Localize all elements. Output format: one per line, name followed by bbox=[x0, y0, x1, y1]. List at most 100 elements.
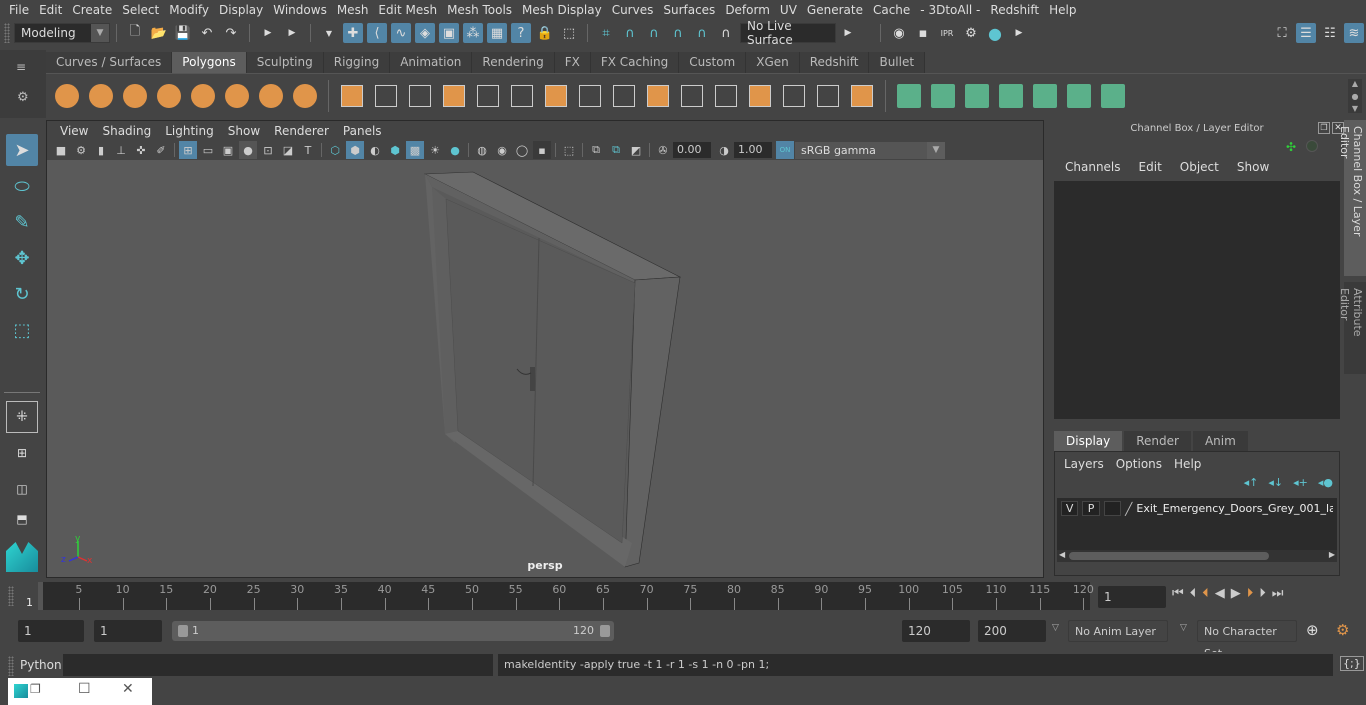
shelf-tab-custom[interactable]: Custom bbox=[679, 52, 747, 73]
grease-pencil-icon[interactable]: ✐ bbox=[152, 141, 170, 159]
new-scene-icon[interactable]: 🗋 bbox=[125, 23, 145, 43]
grid-icon[interactable]: ⊞ bbox=[179, 141, 197, 159]
play-forwards-icon[interactable]: ▶ bbox=[1231, 586, 1241, 601]
cylindrical-map-icon[interactable] bbox=[928, 81, 958, 111]
bevel-icon[interactable] bbox=[575, 81, 605, 111]
channel-menu-show[interactable]: Show bbox=[1237, 160, 1269, 180]
depth-of-field-icon[interactable]: ▪ bbox=[533, 141, 551, 159]
resolution-gate-icon[interactable]: ▣ bbox=[219, 141, 237, 159]
motion-blur-icon[interactable]: ◉ bbox=[493, 141, 511, 159]
layer-menu-help[interactable]: Help bbox=[1174, 457, 1201, 471]
lasso-tool-icon[interactable]: ⬭ bbox=[6, 170, 38, 202]
planar-map-icon[interactable] bbox=[894, 81, 924, 111]
select-curve-icon[interactable]: ⟨ bbox=[367, 23, 387, 43]
select-render-icon[interactable]: ▦ bbox=[487, 23, 507, 43]
shelf-tab-sculpting[interactable]: Sculpting bbox=[246, 52, 324, 73]
close-icon[interactable]: ✕ bbox=[122, 681, 134, 697]
channel-menu-channels[interactable]: Channels bbox=[1065, 160, 1121, 180]
paint-select-tool-icon[interactable]: ✎ bbox=[6, 206, 38, 238]
scene-canvas[interactable]: y x z bbox=[47, 161, 1043, 577]
snap-point-icon[interactable]: ∩ bbox=[644, 23, 664, 43]
grip-handle[interactable] bbox=[8, 586, 14, 606]
bridge-icon[interactable] bbox=[507, 81, 537, 111]
poly-cube-icon[interactable] bbox=[86, 81, 116, 111]
snap-live-icon[interactable]: ∩ bbox=[716, 23, 736, 43]
mirror-icon[interactable] bbox=[405, 81, 435, 111]
character-set-dropdown[interactable]: No Character Set bbox=[1197, 620, 1297, 660]
auto-key-icon[interactable]: ⊕ bbox=[1306, 621, 1319, 639]
float-panel-icon[interactable]: ❐ bbox=[1318, 122, 1330, 134]
animation-start-field[interactable]: 1 bbox=[18, 620, 84, 642]
shelf-tab-fx-caching[interactable]: FX Caching bbox=[590, 52, 680, 73]
layer-menu-layers[interactable]: Layers bbox=[1064, 457, 1104, 471]
spherical-map-icon[interactable] bbox=[962, 81, 992, 111]
use-all-lights-icon[interactable]: ☀ bbox=[426, 141, 444, 159]
viewport-menu-show[interactable]: Show bbox=[221, 124, 267, 138]
xray-active-components-icon[interactable]: ⧉ bbox=[607, 141, 625, 159]
move-layer-down-icon[interactable]: ◂↓ bbox=[1268, 476, 1283, 489]
save-scene-icon[interactable]: 💾 bbox=[173, 23, 193, 43]
side-tab-channel-box[interactable]: Channel Box / Layer Editor bbox=[1338, 120, 1366, 276]
xray-icon[interactable]: ⧉ bbox=[587, 141, 605, 159]
collapse-icon[interactable]: ▶ bbox=[838, 23, 858, 43]
append-icon[interactable] bbox=[609, 81, 639, 111]
menu-create[interactable]: Create bbox=[67, 3, 117, 17]
color-space-dropdown[interactable]: sRGB gamma ▼ bbox=[795, 141, 945, 159]
layer-row[interactable]: V P ╱ Exit_Emergency_Doors_Grey_001_laye… bbox=[1057, 498, 1337, 519]
bookmark-icon[interactable]: ▮ bbox=[92, 141, 110, 159]
layer-color-icon[interactable]: ╱ bbox=[1125, 502, 1132, 516]
layer-tab-display[interactable]: Display bbox=[1054, 431, 1123, 451]
menu-uv[interactable]: UV bbox=[775, 3, 802, 17]
2d-pan-zoom-icon[interactable]: ✜ bbox=[132, 141, 150, 159]
image-plane-icon[interactable]: ⊥ bbox=[112, 141, 130, 159]
poly-sphere-icon[interactable] bbox=[52, 81, 82, 111]
offset-edge-loop-icon[interactable] bbox=[745, 81, 775, 111]
animation-end-field[interactable]: 200 bbox=[978, 620, 1046, 642]
poly-cone-icon[interactable] bbox=[154, 81, 184, 111]
layer-tab-render[interactable]: Render bbox=[1124, 431, 1191, 451]
snap-surface-icon[interactable]: ∩ bbox=[692, 23, 712, 43]
speed-icon[interactable] bbox=[1306, 140, 1318, 152]
go-to-start-icon[interactable]: ⏮ bbox=[1172, 586, 1184, 601]
exposure-icon[interactable]: ✇ bbox=[654, 141, 672, 159]
extrude-icon[interactable] bbox=[473, 81, 503, 111]
layer-display-type-toggle[interactable] bbox=[1103, 501, 1122, 516]
channel-menu-edit[interactable]: Edit bbox=[1139, 160, 1162, 180]
play-backwards-icon[interactable]: ◀ bbox=[1215, 586, 1225, 601]
maximize-icon[interactable]: ☐ bbox=[78, 681, 91, 697]
move-layer-up-icon[interactable]: ◂↑ bbox=[1244, 476, 1259, 489]
range-end-handle[interactable] bbox=[600, 625, 610, 637]
shelf-tab-curves-surfaces[interactable]: Curves / Surfaces bbox=[46, 52, 173, 73]
quad-draw-icon[interactable] bbox=[847, 81, 877, 111]
menu-deform[interactable]: Deform bbox=[720, 3, 775, 17]
camera-select-icon[interactable]: ■ bbox=[52, 141, 70, 159]
select-tool-icon[interactable]: ➤ bbox=[6, 134, 38, 166]
menu-edit[interactable]: Edit bbox=[34, 3, 67, 17]
layer-visibility-toggle[interactable]: V bbox=[1061, 501, 1079, 516]
outliner-persp-layout-icon[interactable]: ◫ bbox=[6, 473, 38, 505]
select-joint-icon[interactable]: ▣ bbox=[439, 23, 459, 43]
snap-curve-icon[interactable]: ∩ bbox=[620, 23, 640, 43]
safe-action-icon[interactable]: ◪ bbox=[279, 141, 297, 159]
smooth-icon[interactable] bbox=[439, 81, 469, 111]
fill-hole-icon[interactable] bbox=[643, 81, 673, 111]
menu-windows[interactable]: Windows bbox=[268, 3, 332, 17]
door-frame-model[interactable] bbox=[423, 171, 682, 568]
step-forward-frame-icon[interactable]: ⏵ bbox=[1259, 586, 1266, 601]
command-input[interactable] bbox=[63, 654, 493, 676]
safe-title-icon[interactable]: T bbox=[299, 141, 317, 159]
highlight-select-icon[interactable]: ⬚ bbox=[559, 23, 579, 43]
shelf-tab-rigging[interactable]: Rigging bbox=[323, 52, 391, 73]
select-by-component-icon[interactable]: ✚ bbox=[343, 23, 363, 43]
shelf-tab-bullet[interactable]: Bullet bbox=[869, 52, 926, 73]
menu-file[interactable]: File bbox=[4, 3, 34, 17]
menu-select[interactable]: Select bbox=[117, 3, 164, 17]
horizontal-scrollbar[interactable]: ◀ ▶ bbox=[1057, 550, 1337, 562]
live-surface-field[interactable]: No Live Surface bbox=[740, 19, 836, 47]
playback-end-field[interactable]: 120 bbox=[902, 620, 970, 642]
multi-cut-icon[interactable] bbox=[541, 81, 571, 111]
range-bar[interactable]: 1 120 bbox=[172, 621, 614, 641]
menu-display[interactable]: Display bbox=[214, 3, 268, 17]
poly-pyramid-icon[interactable] bbox=[256, 81, 286, 111]
gate-mask-icon[interactable]: ● bbox=[239, 141, 257, 159]
